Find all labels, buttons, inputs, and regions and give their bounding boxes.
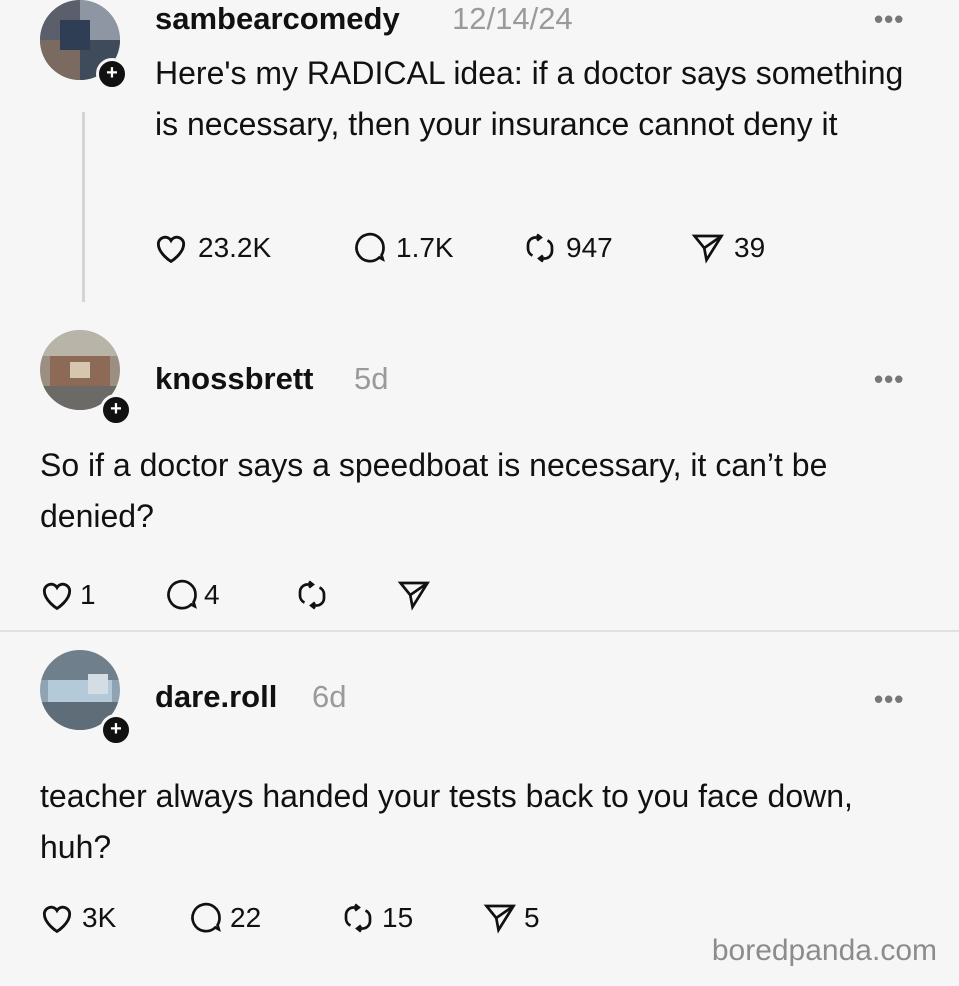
like-button[interactable]: 23.2K	[152, 228, 271, 268]
repost-icon	[298, 580, 326, 610]
repost-icon	[526, 233, 554, 263]
comment-icon	[355, 232, 385, 263]
more-icon[interactable]: •••	[874, 4, 904, 35]
more-icon[interactable]: •••	[874, 684, 904, 715]
thread-line	[82, 112, 85, 302]
reply-button[interactable]: 22	[188, 898, 261, 938]
share-icon	[483, 904, 516, 934]
username[interactable]: sambearcomedy	[155, 1, 400, 37]
follow-plus-icon[interactable]: +	[100, 714, 132, 746]
share-count: 39	[734, 232, 766, 263]
post-knossbrett: + knossbrett 5d ••• So if a doctor says …	[0, 330, 959, 630]
comment-icon	[191, 902, 221, 933]
like-count: 1	[80, 579, 96, 610]
share-button[interactable]	[396, 575, 432, 615]
share-button[interactable]: 5	[482, 898, 540, 938]
post-sambearcomedy: + sambearcomedy 12/14/24 ••• Here's my R…	[0, 0, 959, 315]
watermark: boredpanda.com	[711, 934, 937, 967]
timestamp: 6d	[312, 679, 347, 714]
post-divider	[0, 630, 959, 632]
reply-count: 1.7K	[396, 232, 454, 263]
follow-plus-icon[interactable]: +	[96, 58, 128, 90]
share-count: 5	[524, 902, 540, 933]
post-text: So if a doctor says a speedboat is neces…	[40, 447, 828, 534]
repost-button[interactable]	[294, 575, 330, 615]
heart-icon	[42, 905, 72, 934]
like-button[interactable]: 1	[38, 575, 96, 615]
share-button[interactable]: 39	[690, 228, 765, 268]
reply-button[interactable]: 1.7K	[352, 228, 454, 268]
heart-icon	[42, 582, 72, 611]
share-icon	[397, 581, 430, 611]
reply-count: 4	[204, 579, 220, 610]
reply-count: 22	[230, 902, 262, 933]
repost-button[interactable]: 947	[522, 228, 613, 268]
repost-icon	[344, 903, 372, 933]
like-count: 23.2K	[198, 232, 272, 263]
post-actions: 3K 22 15 5	[38, 898, 638, 938]
post-text: Here's my RADICAL idea: if a doctor says…	[155, 55, 904, 142]
username[interactable]: knossbrett	[155, 361, 313, 397]
timestamp: 12/14/24	[452, 1, 573, 36]
repost-count: 947	[566, 232, 613, 263]
username[interactable]: dare.roll	[155, 679, 277, 715]
reply-button[interactable]: 4	[164, 575, 220, 615]
post-actions: 23.2K 1.7K 947 39	[152, 228, 852, 268]
like-count: 3K	[82, 902, 117, 933]
post-actions: 1 4	[38, 575, 538, 615]
more-icon[interactable]: •••	[874, 364, 904, 395]
repost-button[interactable]: 15	[340, 898, 413, 938]
comment-icon	[167, 579, 197, 610]
timestamp: 5d	[354, 361, 389, 396]
like-button[interactable]: 3K	[38, 898, 116, 938]
share-icon	[691, 234, 724, 264]
repost-count: 15	[382, 902, 414, 933]
heart-icon	[156, 235, 186, 264]
follow-plus-icon[interactable]: +	[100, 394, 132, 426]
post-text: teacher always handed your tests back to…	[40, 778, 853, 865]
